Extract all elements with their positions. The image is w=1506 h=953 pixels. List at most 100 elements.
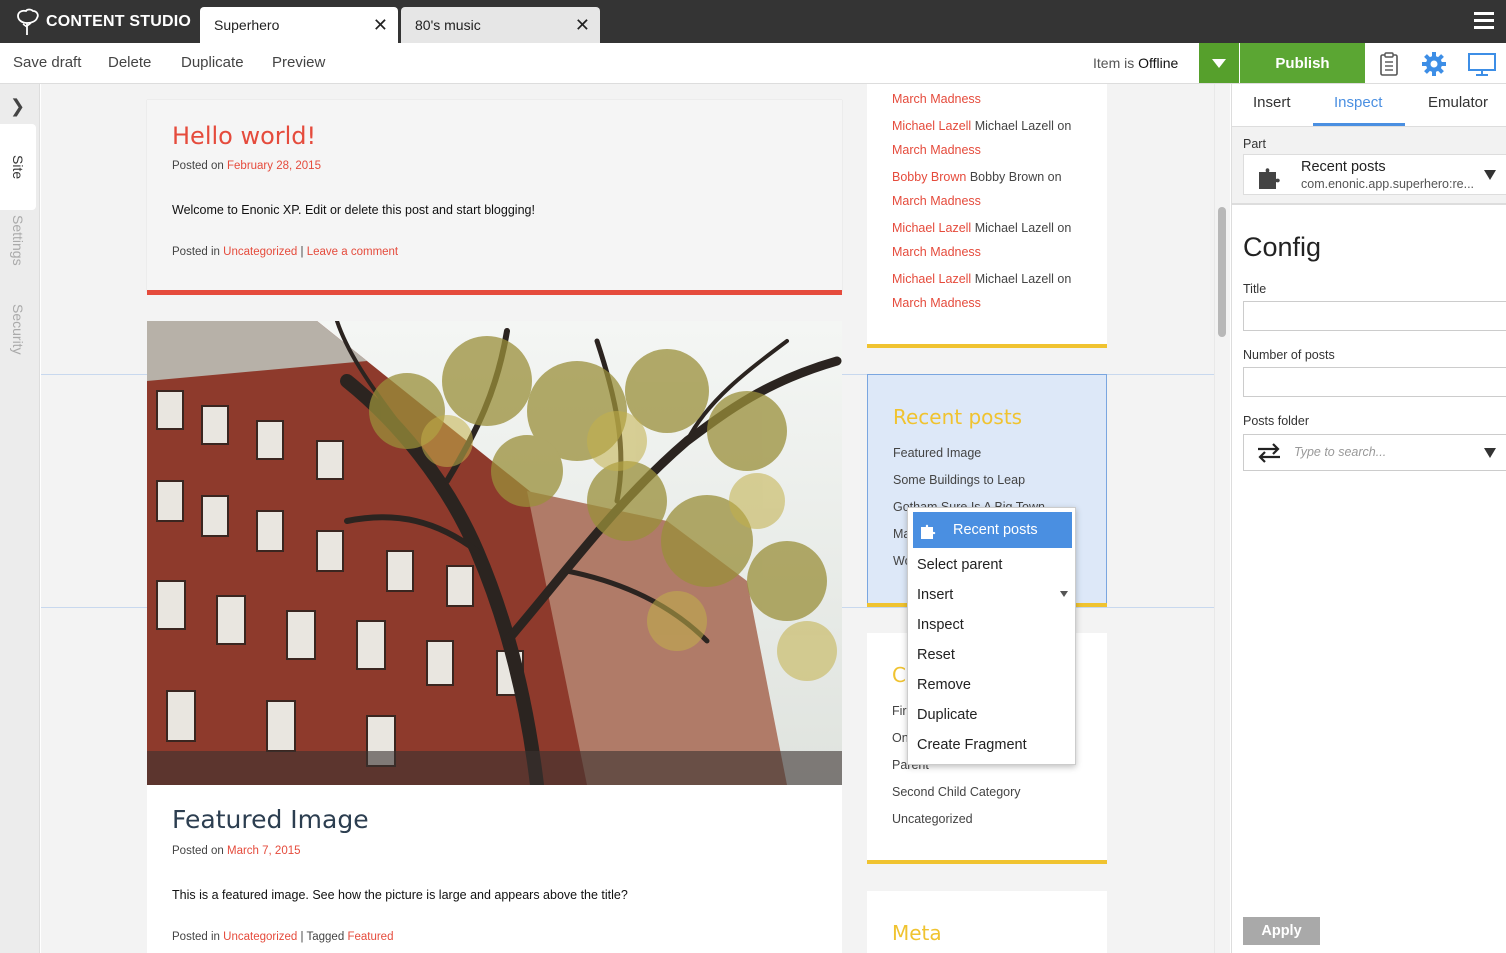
number-of-posts-label: Number of posts	[1243, 348, 1335, 362]
recent-post-link[interactable]: Featured Image	[893, 446, 981, 460]
tree-logo-icon	[17, 8, 39, 35]
comment-line: March Madness	[892, 92, 981, 106]
reset-item[interactable]: Reset	[917, 647, 955, 663]
recent-comments-widget[interactable]: March Madness Michael Lazell Michael Laz…	[867, 84, 1107, 344]
comment-line: Michael Lazell Michael Lazell on	[892, 272, 1072, 286]
top-bar: CONTENT STUDIO Superhero ✕ 80's music ✕	[0, 0, 1506, 43]
puzzle-icon	[921, 524, 936, 539]
inspect-item[interactable]: Inspect	[917, 617, 964, 633]
create-fragment-item[interactable]: Create Fragment	[917, 737, 1027, 753]
post-body: Welcome to Enonic XP. Edit or delete thi…	[172, 203, 535, 217]
submenu-arrow-icon	[1060, 591, 1068, 597]
part-name: Recent posts	[1301, 159, 1386, 175]
widget-title: Recent posts	[893, 405, 1023, 429]
widget-divider	[867, 860, 1107, 864]
post-card[interactable]: Hello world! Posted on February 28, 2015…	[147, 100, 842, 292]
part-app-name: com.enonic.app.superhero:re...	[1301, 177, 1475, 191]
chevron-down-icon[interactable]	[1484, 170, 1496, 180]
remove-item[interactable]: Remove	[917, 677, 971, 693]
chevron-right-icon[interactable]: ❯	[10, 96, 25, 117]
post-title[interactable]: Hello world!	[172, 122, 316, 150]
clipboard-icon[interactable]	[1376, 51, 1402, 77]
post-date-line: Posted on February 28, 2015	[172, 160, 321, 172]
status-value: Offline	[1138, 55, 1179, 71]
gear-icon[interactable]	[1421, 51, 1447, 77]
posts-folder-placeholder: Type to search...	[1294, 445, 1387, 459]
post-title[interactable]: Featured Image	[172, 805, 369, 834]
post-meta: Posted in Uncategorized | Tagged Feature…	[172, 931, 394, 943]
part-selector[interactable]: Recent posts com.enonic.app.superhero:re…	[1243, 154, 1506, 195]
comment-line: March Madness	[892, 143, 981, 157]
tab-inspect[interactable]: Inspect	[1334, 94, 1382, 111]
publish-menu-button[interactable]	[1199, 43, 1239, 83]
duplicate-item[interactable]: Duplicate	[917, 707, 977, 723]
app-logo[interactable]: CONTENT STUDIO	[12, 7, 191, 37]
posts-folder-label: Posts folder	[1243, 414, 1310, 428]
post-card[interactable]: Featured Image Posted on March 7, 2015 T…	[147, 785, 842, 953]
featured-image[interactable]	[147, 321, 842, 785]
title-input[interactable]	[1243, 301, 1506, 331]
apply-button[interactable]: Apply	[1243, 917, 1320, 945]
category-link[interactable]: Uncategorized	[223, 931, 297, 943]
tab-80s-music[interactable]: 80's music ✕	[401, 7, 600, 43]
hamburger-menu-icon[interactable]	[1474, 12, 1494, 30]
delete-button[interactable]: Delete	[108, 54, 151, 71]
comment-line: Bobby Brown Bobby Brown on	[892, 170, 1062, 184]
category-link[interactable]: Second Child Category	[892, 785, 1021, 799]
tab-superhero[interactable]: Superhero ✕	[200, 7, 398, 43]
category-link[interactable]: Uncategorized	[223, 246, 297, 258]
comment-line: March Madness	[892, 194, 981, 208]
part-label: Part	[1243, 137, 1266, 151]
status-text: Item is Offline	[1093, 55, 1178, 71]
context-panel-strip: ❯ Site Settings Security	[0, 84, 40, 953]
post-date-link[interactable]: March 7, 2015	[227, 845, 301, 857]
insert-item[interactable]: Insert	[917, 587, 953, 603]
puzzle-icon	[1259, 168, 1280, 189]
close-icon[interactable]: ✕	[373, 15, 388, 36]
tab-insert[interactable]: Insert	[1253, 94, 1291, 111]
post-body: This is a featured image. See how the pi…	[172, 888, 628, 902]
tag-link[interactable]: Featured	[347, 931, 393, 943]
category-link[interactable]: Uncategorized	[892, 812, 973, 826]
context-menu-title: Recent posts	[953, 522, 1038, 538]
swap-arrows-icon	[1258, 443, 1280, 463]
comment-line: Michael Lazell Michael Lazell on	[892, 119, 1072, 133]
post-meta: Posted in Uncategorized | Leave a commen…	[172, 246, 399, 258]
tab-emulator[interactable]: Emulator	[1428, 94, 1488, 111]
post-date-line: Posted on March 7, 2015	[172, 845, 301, 857]
post-divider	[147, 290, 842, 295]
recent-post-link[interactable]: Some Buildings to Leap	[893, 473, 1025, 487]
part-section: Part Recent posts com.enonic.app.superhe…	[1232, 127, 1506, 205]
tab-label: Superhero	[214, 17, 280, 33]
title-label: Title	[1243, 282, 1267, 296]
posts-folder-selector[interactable]: Type to search...	[1243, 434, 1506, 471]
config-title: Config	[1243, 232, 1322, 262]
comment-line: March Madness	[892, 245, 981, 259]
duplicate-button[interactable]: Duplicate	[181, 54, 244, 71]
chevron-down-icon[interactable]	[1484, 448, 1496, 458]
status-prefix: Item is	[1093, 55, 1135, 71]
select-parent-item[interactable]: Select parent	[917, 557, 1002, 573]
save-draft-button[interactable]: Save draft	[13, 54, 81, 71]
widget-divider	[867, 344, 1107, 348]
widget-title: Meta	[892, 921, 942, 945]
scrollbar-thumb[interactable]	[1218, 207, 1226, 337]
comment-line: Michael Lazell Michael Lazell on	[892, 221, 1072, 235]
tab-label: 80's music	[415, 17, 481, 33]
meta-widget[interactable]: Meta	[867, 891, 1107, 953]
tab-site[interactable]: Site	[0, 124, 36, 210]
preview-button[interactable]: Preview	[272, 54, 325, 71]
inspect-panel: Insert Inspect Emulator Part Recent post…	[1231, 84, 1506, 953]
comment-line: March Madness	[892, 296, 981, 310]
tab-settings[interactable]: Settings	[0, 212, 36, 268]
close-icon[interactable]: ✕	[575, 15, 590, 36]
context-menu-header[interactable]: Recent posts	[913, 512, 1072, 548]
content-toolbar: Save draft Delete Duplicate Preview Item…	[0, 43, 1506, 84]
tab-security[interactable]: Security	[0, 298, 36, 360]
comment-link[interactable]: Leave a comment	[307, 246, 398, 258]
context-menu: Recent posts Select parent Insert Inspec…	[907, 507, 1076, 765]
monitor-icon[interactable]	[1467, 51, 1497, 77]
number-of-posts-input[interactable]	[1243, 367, 1506, 397]
post-date-link[interactable]: February 28, 2015	[227, 160, 321, 172]
publish-button[interactable]: Publish	[1240, 43, 1365, 83]
